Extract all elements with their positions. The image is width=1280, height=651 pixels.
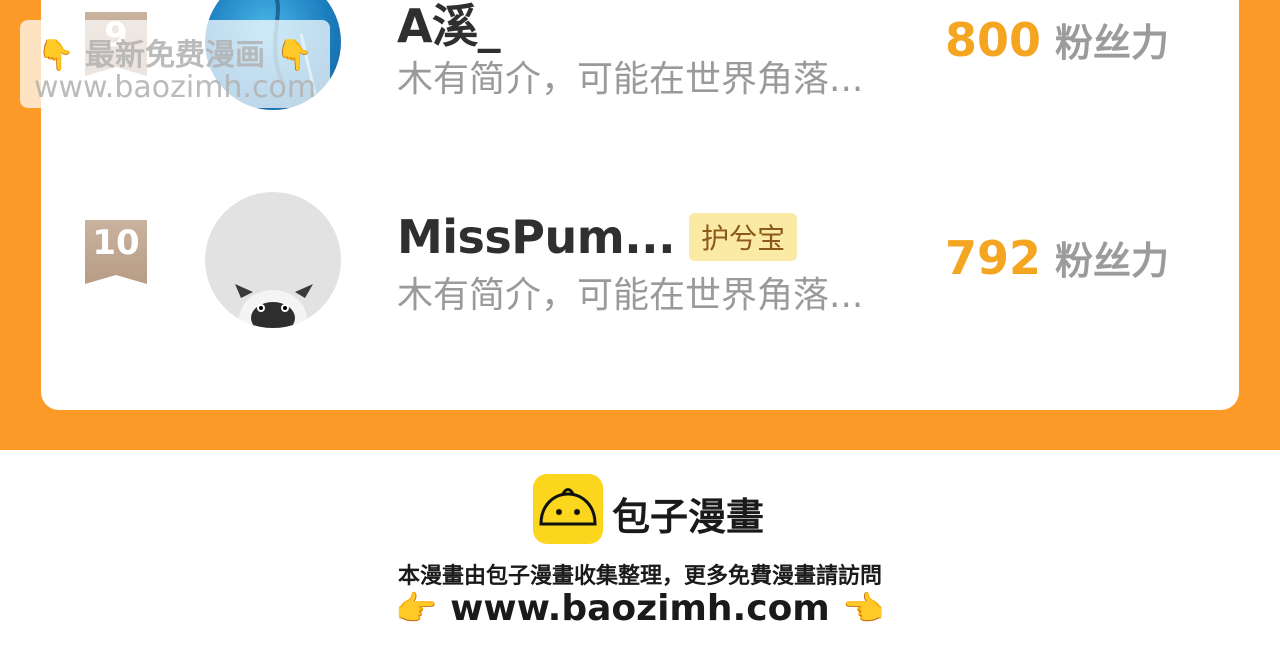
- dog-peeking-icon: [235, 284, 313, 328]
- user-name-line: A溪_: [397, 0, 501, 56]
- user-intro: 木有简介，可能在世界角落...: [397, 59, 864, 100]
- user-name[interactable]: A溪_: [397, 0, 501, 56]
- footer-url-line: 👉 www.baozimh.com 👈: [0, 588, 1280, 629]
- guardian-badge: 护兮宝: [689, 213, 798, 261]
- baozi-logo-icon[interactable]: [533, 474, 603, 544]
- pointing-down-hand-icon: 👇: [37, 38, 75, 73]
- rank-badge: 10: [85, 220, 147, 284]
- watermark-title-line: 👇 最新免费漫画 👇: [20, 30, 330, 74]
- fans-score: 792 粉丝力: [945, 230, 1169, 285]
- footer-url[interactable]: www.baozimh.com: [450, 588, 830, 629]
- watermark: 👇 最新免费漫画 👇 www.baozimh.com: [20, 20, 330, 108]
- baozi-logo-shape: [539, 488, 597, 526]
- user-name-line: MissPum... 护兮宝: [397, 210, 798, 264]
- user-intro: 木有简介，可能在世界角落...: [397, 275, 864, 316]
- footer-description: 本漫畫由包子漫畫收集整理，更多免費漫畫請訪問: [397, 564, 882, 589]
- watermark-title: 最新免费漫画: [85, 38, 265, 73]
- brand-name: 包子漫畫: [612, 495, 765, 539]
- fans-label: 粉丝力: [1055, 239, 1170, 283]
- ranking-row[interactable]: 10 MissPum... 护兮宝 木有简介，可能在世界角落... 792 粉丝…: [41, 190, 1239, 330]
- user-name[interactable]: MissPum...: [397, 210, 676, 264]
- fans-label: 粉丝力: [1055, 21, 1170, 65]
- pointing-down-hand-icon: 👇: [275, 38, 313, 73]
- fans-number: 792: [945, 231, 1042, 285]
- pointing-left-hand-icon: 👈: [842, 589, 885, 629]
- pointing-right-hand-icon: 👉: [395, 589, 438, 629]
- watermark-url: www.baozimh.com: [33, 70, 317, 105]
- fans-number: 800: [945, 13, 1042, 67]
- avatar[interactable]: [205, 192, 341, 328]
- fans-score: 800 粉丝力: [945, 12, 1169, 67]
